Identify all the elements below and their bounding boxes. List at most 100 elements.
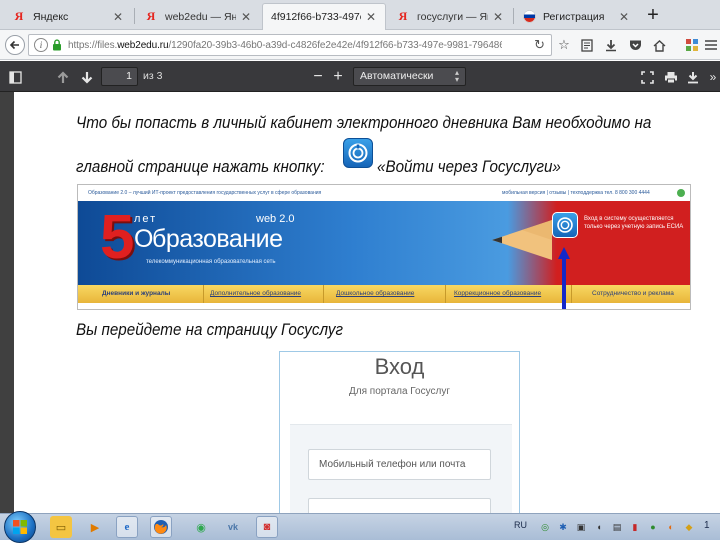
download-icon[interactable]	[602, 36, 620, 54]
tab-title: госуслуги — Яндекс	[417, 10, 488, 23]
pdf-toolbar: 1 из 3 − + Автоматически ▴ ▾ »	[0, 61, 720, 92]
sidebar-toggle-icon[interactable]	[6, 68, 24, 86]
website-screenshot: Образование 2.0 – лучший ИТ-проект предо…	[77, 184, 691, 310]
login-form-box: Мобильный телефон или почта	[290, 424, 512, 513]
close-icon[interactable]: ✕	[112, 10, 124, 24]
doc-line-3: Вы перейдете на страницу Госуслуг	[76, 321, 343, 339]
menu-item-additional[interactable]: Дополнительное образование	[204, 285, 324, 303]
logo-sub: телекоммуникационная образовательная сет…	[146, 259, 276, 265]
site-login-dot	[677, 189, 685, 197]
extension-icon[interactable]	[683, 36, 701, 54]
clock[interactable]: 1	[704, 520, 710, 531]
password-input[interactable]	[308, 498, 491, 513]
menu-item-cooperation[interactable]: Сотрудничество и реклама	[572, 285, 690, 303]
pdf-page: Что бы попасть в личный кабинет электрон…	[14, 92, 720, 513]
url-path: /1290fa20-39b3-46b0-a39d-c4826fe2e42e/4f…	[168, 39, 502, 51]
back-button[interactable]	[5, 35, 25, 55]
tab-title: Регистрация	[543, 10, 605, 23]
close-icon[interactable]: ✕	[492, 10, 504, 24]
zoom-out-button[interactable]: −	[309, 68, 327, 86]
site-header-right: мобильная версия | отзывы | техподдержка…	[502, 190, 650, 196]
doc-line-1: Что бы попасть в личный кабинет электрон…	[76, 114, 652, 132]
logo-number: 5	[100, 203, 135, 272]
tab-title: Яндекс	[33, 10, 69, 23]
info-icon[interactable]: i	[34, 38, 48, 52]
tab-title: web2edu — Яндекс	[165, 10, 236, 23]
doc-line-2a: главной странице нажать кнопку:	[76, 158, 325, 176]
zoom-select[interactable]: Автоматически ▴ ▾	[353, 67, 466, 86]
zoom-value: Автоматически	[360, 70, 434, 82]
tab-web2edu-search[interactable]: Я web2edu — Яндекс ✕	[136, 3, 260, 30]
esia-login-icon[interactable]	[552, 212, 578, 238]
tray-green2-icon[interactable]: ●	[646, 520, 660, 534]
reload-icon[interactable]: ↻	[534, 37, 545, 53]
close-icon[interactable]: ✕	[365, 10, 377, 24]
pocket-icon[interactable]	[626, 36, 644, 54]
chat-icon[interactable]: ◉	[190, 516, 212, 538]
home-icon[interactable]	[650, 36, 668, 54]
tab-strip: Я Яндекс ✕ Я web2edu — Яндекс ✕ 4f912f66…	[0, 0, 720, 30]
language-indicator[interactable]: RU	[514, 520, 527, 530]
tab-yandex[interactable]: Я Яндекс ✕	[4, 3, 132, 30]
menu-icon[interactable]	[702, 36, 720, 54]
pencil-graphic	[482, 215, 552, 265]
vk-icon[interactable]: vk	[222, 516, 244, 538]
login-title: Вход	[374, 354, 425, 379]
yandex-icon: Я	[146, 9, 156, 23]
russia-flag-icon	[522, 10, 536, 24]
menu-item-correctional[interactable]: Коррекционное образование	[446, 285, 572, 303]
explorer-icon[interactable]: ▭	[50, 516, 72, 538]
tray-red-icon[interactable]: ▮	[628, 520, 642, 534]
phone-input-placeholder: Мобильный телефон или почта	[319, 459, 466, 470]
app-red-icon[interactable]: ◙	[256, 516, 278, 538]
windows-logo-icon	[13, 520, 27, 534]
close-icon[interactable]: ✕	[618, 10, 630, 24]
page-number-input[interactable]: 1	[101, 67, 138, 86]
site-banner: 5 лет О бразование web 2.0 телекоммуника…	[78, 201, 690, 285]
menu-item-preschool[interactable]: Дошкольное образование	[324, 285, 446, 303]
network-icon[interactable]: ▤	[610, 520, 624, 534]
tray-green-icon[interactable]: ◎	[538, 520, 552, 534]
start-button[interactable]	[4, 511, 36, 543]
tray-firefox-icon[interactable]: ◐	[664, 520, 678, 534]
windows-taskbar: ▭ ▶ e ◉ vk ◙ RU ◎ ✱ ▣ ◖ ▤ ▮ ● ◐ ◆ 1	[0, 511, 720, 543]
zoom-in-button[interactable]: +	[329, 68, 347, 86]
logo-web: web 2.0	[256, 213, 295, 225]
tools-chevron-icon[interactable]: »	[704, 68, 720, 86]
previous-page-icon[interactable]	[54, 68, 72, 86]
page-total-label: из 3	[143, 70, 163, 82]
new-tab-button[interactable]: +	[643, 4, 663, 26]
chevron-updown-icon: ▴ ▾	[454, 68, 459, 84]
bluetooth-icon[interactable]: ✱	[556, 520, 570, 534]
tab-registration[interactable]: Регистрация ✕	[514, 3, 638, 30]
save-download-icon[interactable]	[684, 68, 702, 86]
tab-gosuslugi-search[interactable]: Я госуслуги — Яндекс ✕	[388, 3, 512, 30]
address-bar[interactable]: i https://files.web2edu.ru/1290fa20-39b3…	[28, 34, 552, 56]
logo-title: бразование	[152, 225, 283, 253]
phone-or-email-input[interactable]: Мобильный телефон или почта	[308, 449, 491, 480]
doc-line-2b: «Войти через Госуслуги»	[377, 158, 561, 176]
firefox-icon[interactable]	[150, 516, 172, 538]
esia-text: Вход в систему осуществляется только чер…	[584, 216, 684, 230]
tab-pdf-active[interactable]: 4f912f66-b733-497e-9981 ✕	[262, 3, 386, 30]
gosuslugi-login-icon	[343, 138, 373, 168]
arrow-left-icon	[9, 40, 19, 50]
reading-list-icon[interactable]	[578, 36, 596, 54]
pdf-viewer[interactable]: Что бы попасть в личный кабинет электрон…	[0, 92, 720, 513]
ie-icon[interactable]: e	[116, 516, 138, 538]
volume-icon[interactable]: ◖	[592, 520, 606, 534]
media-player-icon[interactable]: ▶	[84, 516, 106, 538]
login-subtitle: Для портала Госуслуг	[348, 386, 450, 397]
url-domain: web2edu.ru	[117, 39, 169, 51]
tray-app-icon[interactable]: ▣	[574, 520, 588, 534]
navigation-bar: i https://files.web2edu.ru/1290fa20-39b3…	[0, 30, 720, 60]
fullscreen-icon[interactable]	[638, 68, 656, 86]
bookmark-star-icon[interactable]: ☆	[555, 36, 573, 54]
menu-item-diaries[interactable]: Дневники и журналы	[78, 285, 204, 303]
close-icon[interactable]: ✕	[240, 10, 252, 24]
tray-yellow-icon[interactable]: ◆	[682, 520, 696, 534]
logo-let: лет	[134, 213, 158, 225]
gosuslugi-login-panel: Вход Для портала Госуслуг Мобильный теле…	[279, 351, 520, 513]
next-page-icon[interactable]	[78, 68, 96, 86]
print-icon[interactable]	[662, 68, 680, 86]
